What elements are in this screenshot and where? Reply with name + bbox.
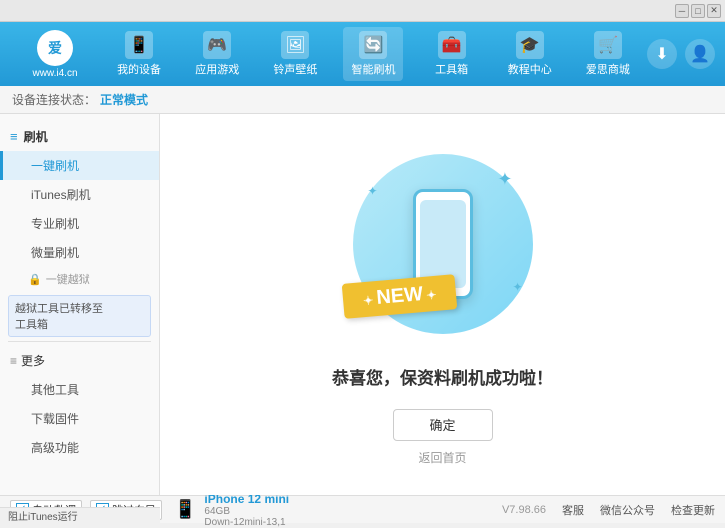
device-phone-icon: 📱 [174,499,196,520]
sidebar: ≡ 刷机 一键刷机 iTunes刷机 专业刷机 微量刷机 🔒 一键越狱 越狱工具… [0,114,160,495]
success-text: 恭喜您，保资料刷机成功啦！ [332,364,553,389]
sidebar-item-itunes-flash[interactable]: iTunes刷机 [0,180,159,209]
smart-store-label: 智能刷机 [351,61,395,77]
close-button[interactable]: ✕ [707,4,721,18]
my-device-label: 我的设备 [117,61,161,77]
sidebar-item-one-key-flash[interactable]: 一键刷机 [0,151,159,180]
confirm-button[interactable]: 确定 [393,409,493,441]
apps-label: 应用游戏 [195,61,239,77]
status-bar: 设备连接状态： 正常模式 [0,86,725,114]
wallpaper-label: 铃声壁纸 [273,61,317,77]
logo-icon: 爱 [37,30,73,66]
shop-label: 爱思商城 [586,61,630,77]
nav-my-device[interactable]: 📱 我的设备 [109,27,169,81]
sidebar-item-pro-flash[interactable]: 专业刷机 [0,209,159,238]
shop-icon: 🛒 [594,31,622,59]
locked-label: 一键越狱 [46,271,90,287]
nav-wallpaper[interactable]: 🖼 铃声壁纸 [265,27,325,81]
wallpaper-icon: 🖼 [281,31,309,59]
status-label: 设备连接状态： [12,91,96,108]
minimize-button[interactable]: ─ [675,4,689,18]
new-banner: NEW [341,274,457,319]
toolbox-icon: 🧰 [438,31,466,59]
more-section-label: 更多 [21,352,45,369]
phone-illustration: ✦ ✦ ✦ NEW [343,144,543,344]
bottom-right: V7.98.66 客服 微信公众号 检查更新 [502,502,715,518]
itunes-status-text: 阻止iTunes运行 [8,508,78,523]
nav-shop[interactable]: 🛒 爱思商城 [578,27,638,81]
apps-icon: 🎮 [203,31,231,59]
logo-area: 爱 www.i4.cn [10,30,100,79]
sidebar-notice-text: 越狱工具已转移至工具箱 [15,303,103,331]
flash-section-header: ≡ 刷机 [0,122,159,151]
sidebar-item-download-firmware[interactable]: 下载固件 [0,404,159,433]
sparkle-3: ✦ [512,280,522,294]
device-storage: 64GB [204,506,289,517]
sparkle-1: ✦ [497,169,512,190]
nav-tutorials[interactable]: 🎓 教程中心 [500,27,560,81]
sidebar-item-other-tools[interactable]: 其他工具 [0,375,159,404]
nav-toolbox[interactable]: 🧰 工具箱 [422,27,482,81]
title-bar: ─ □ ✕ [0,0,725,22]
version-label: V7.98.66 [502,504,546,516]
toolbox-label: 工具箱 [435,61,468,77]
sidebar-locked-jailbreak: 🔒 一键越狱 [0,267,159,291]
content-area: ✦ ✦ ✦ NEW 恭喜您，保资料刷机成功啦！ 确定 返回首页 [160,114,725,495]
nav-items: 📱 我的设备 🎮 应用游戏 🖼 铃声壁纸 🔄 智能刷机 🧰 工具箱 🎓 教程中心… [100,27,647,81]
sidebar-notice: 越狱工具已转移至工具箱 [8,295,151,337]
logo-text: www.i4.cn [32,68,77,79]
device-model: Down-12mini-13,1 [204,517,289,528]
flash-section-icon: ≡ [10,129,18,144]
sidebar-item-dfu-flash[interactable]: 微量刷机 [0,238,159,267]
smart-store-icon: 🔄 [359,31,387,59]
home-link[interactable]: 返回首页 [418,449,466,466]
wechat-link[interactable]: 微信公众号 [600,502,655,518]
tutorials-icon: 🎓 [516,31,544,59]
nav-smart-store[interactable]: 🔄 智能刷机 [343,27,403,81]
user-button[interactable]: 👤 [685,39,715,69]
sidebar-item-advanced[interactable]: 高级功能 [0,433,159,462]
my-device-icon: 📱 [125,31,153,59]
service-link[interactable]: 客服 [562,502,584,518]
more-icon: ≡ [10,354,17,368]
flash-section-label: 刷机 [24,128,48,145]
top-nav: 爱 www.i4.cn 📱 我的设备 🎮 应用游戏 🖼 铃声壁纸 🔄 智能刷机 … [0,22,725,86]
nav-apps[interactable]: 🎮 应用游戏 [187,27,247,81]
check-update-link[interactable]: 检查更新 [671,502,715,518]
more-section-header: ≡ 更多 [0,346,159,375]
maximize-button[interactable]: □ [691,4,705,18]
lock-icon: 🔒 [28,273,42,286]
itunes-status-bar: 阻止iTunes运行 [0,507,160,523]
download-button[interactable]: ⬇ [647,39,677,69]
nav-right: ⬇ 👤 [647,39,715,69]
main-layout: ≡ 刷机 一键刷机 iTunes刷机 专业刷机 微量刷机 🔒 一键越狱 越狱工具… [0,114,725,495]
device-info-row: 📱 iPhone 12 mini 64GB Down-12mini-13,1 [174,492,289,528]
sparkle-2: ✦ [368,184,378,198]
phone-circle-bg: ✦ ✦ ✦ NEW [353,154,533,334]
sidebar-divider [8,341,151,342]
tutorials-label: 教程中心 [508,61,552,77]
status-value: 正常模式 [100,91,148,108]
device-info: iPhone 12 mini 64GB Down-12mini-13,1 [204,492,289,528]
